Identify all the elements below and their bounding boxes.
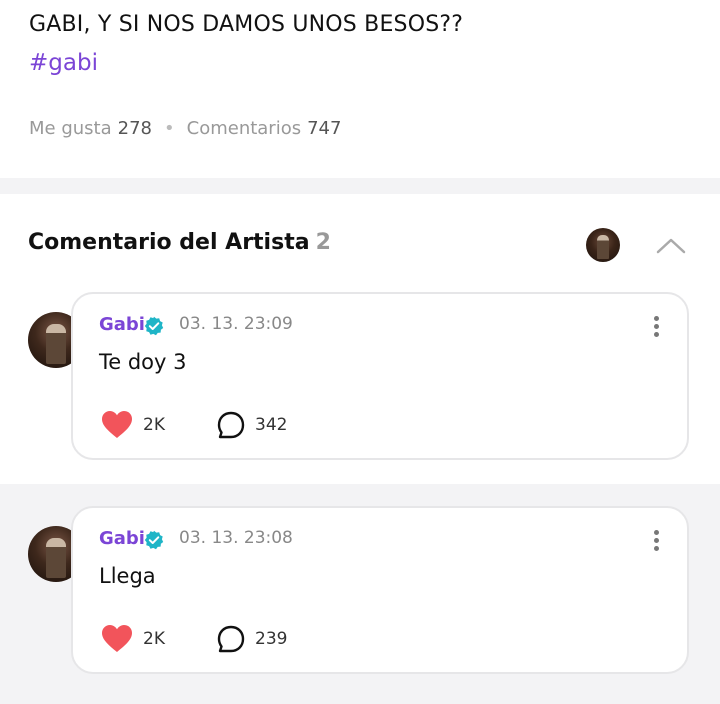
like-button[interactable]: 2K	[101, 624, 165, 654]
section-divider	[0, 178, 720, 194]
stats-separator: •	[164, 118, 175, 139]
comment-date: 03. 13. 23:08	[179, 528, 293, 548]
comment-text: Te doy 3	[99, 350, 187, 374]
like-count: 2K	[143, 415, 165, 435]
reply-button[interactable]: 239	[216, 624, 287, 654]
reply-count: 342	[255, 415, 288, 435]
post-stats: Me gusta 278 • Comentarios 747	[29, 118, 341, 139]
more-vertical-icon[interactable]	[649, 528, 663, 554]
artist-comment-row: Gabi 03. 13. 23:09 Te doy 3 2K 342	[0, 274, 720, 484]
post-header: GABI, Y SI NOS DAMOS UNOS BESOS?? #gabi …	[0, 0, 720, 178]
heart-icon	[102, 625, 132, 652]
heart-icon	[102, 411, 132, 438]
comment-author[interactable]: Gabi	[99, 314, 145, 335]
comment-card: Gabi 03. 13. 23:09 Te doy 3 2K 342	[71, 292, 689, 460]
comments-label[interactable]: Comentarios	[187, 118, 301, 139]
reply-count: 239	[255, 629, 288, 649]
artist-comments-title-label: Comentario del Artista	[28, 230, 310, 255]
chevron-up-icon[interactable]	[654, 230, 688, 260]
like-button[interactable]: 2K	[101, 410, 165, 440]
comment-date: 03. 13. 23:09	[179, 314, 293, 334]
artist-comments-count: 2	[315, 230, 331, 255]
verified-badge-icon	[144, 530, 164, 550]
artist-header-avatar	[586, 228, 620, 262]
post-hashtag[interactable]: #gabi	[29, 50, 98, 76]
speech-bubble-icon	[217, 411, 245, 439]
like-count: 2K	[143, 629, 165, 649]
comment-author[interactable]: Gabi	[99, 528, 145, 549]
likes-label: Me gusta	[29, 118, 112, 139]
more-vertical-icon[interactable]	[649, 314, 663, 340]
post-title: GABI, Y SI NOS DAMOS UNOS BESOS??	[29, 12, 464, 37]
reply-button[interactable]: 342	[216, 410, 287, 440]
comment-text: Llega	[99, 564, 156, 588]
likes-count: 278	[117, 118, 152, 139]
comments-count[interactable]: 747	[307, 118, 341, 139]
artist-comment-row: Gabi 03. 13. 23:08 Llega 2K 239	[0, 484, 720, 704]
verified-badge-icon	[144, 316, 164, 336]
artist-comments-title: Comentario del Artista 2	[28, 230, 331, 255]
speech-bubble-icon	[217, 625, 245, 653]
comment-card: Gabi 03. 13. 23:08 Llega 2K 239	[71, 506, 689, 674]
